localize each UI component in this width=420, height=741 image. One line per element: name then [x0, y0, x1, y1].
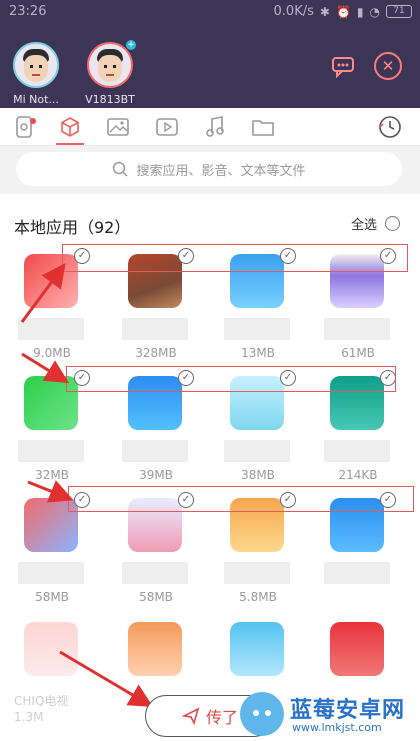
send-label: 传了: [205, 708, 238, 727]
watermark: 蓝莓安卓网 www.lmkjst.com: [236, 690, 420, 741]
send-icon: [181, 707, 200, 725]
android-logo-icon: [240, 692, 284, 736]
faded-app-label: CHIQ电视 1.3M: [14, 694, 69, 724]
watermark-url: www.lmkjst.com: [292, 721, 382, 734]
watermark-brand: 蓝莓安卓网: [290, 698, 406, 723]
annotation-arrows: [20, 263, 154, 708]
